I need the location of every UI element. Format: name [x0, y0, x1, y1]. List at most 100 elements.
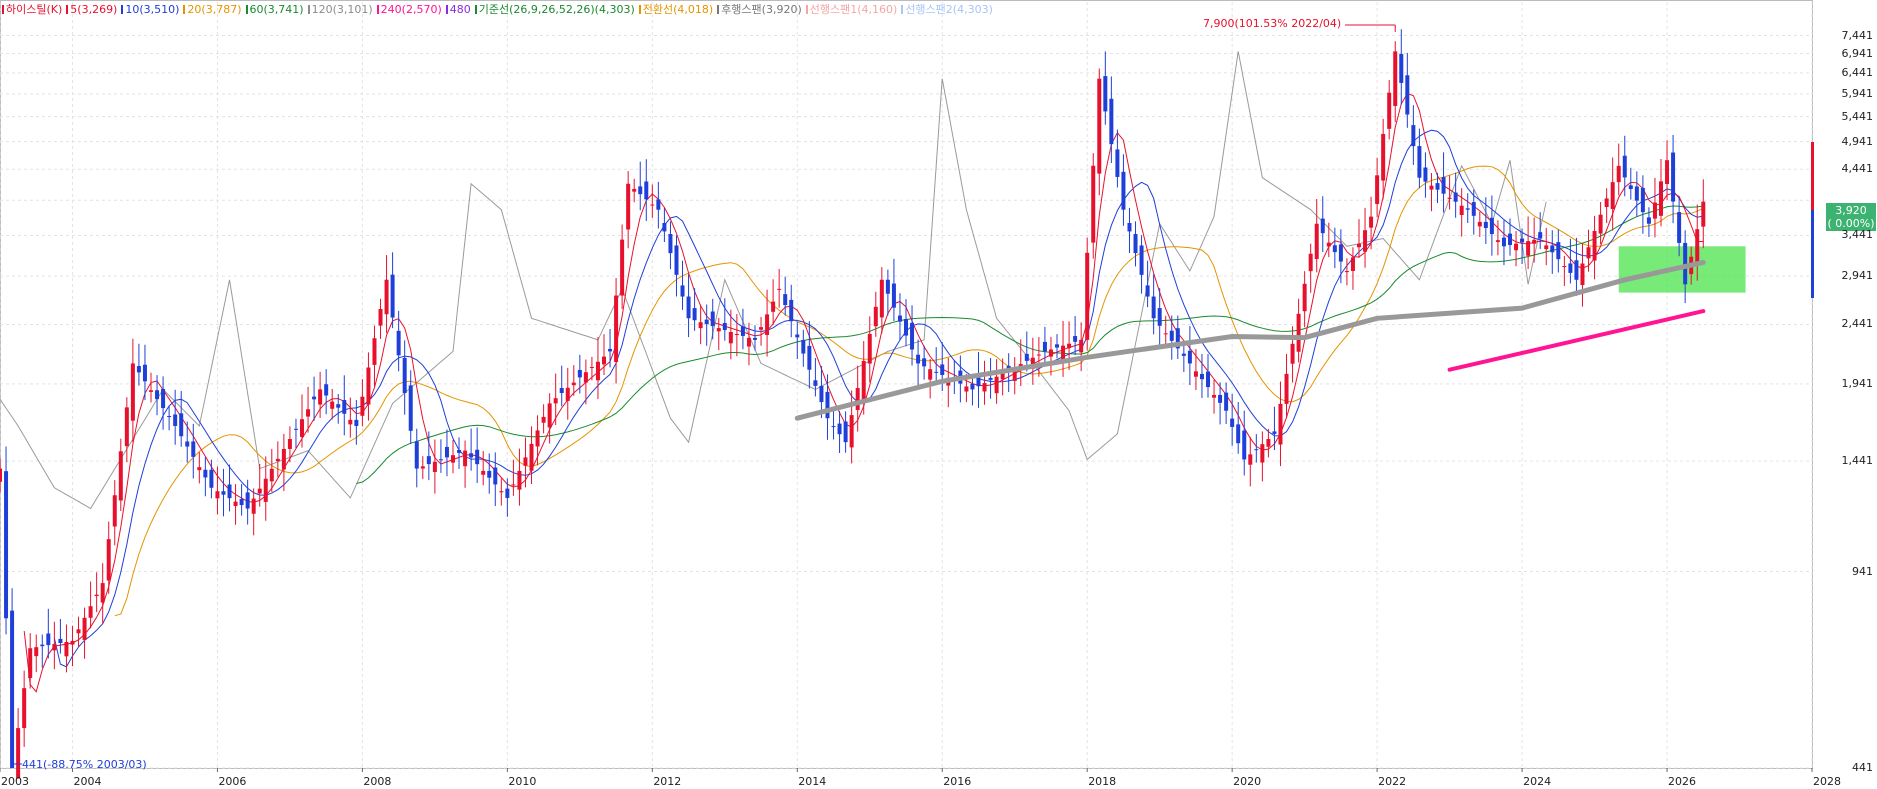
candle-body: [384, 279, 389, 315]
candle-body: [209, 469, 214, 488]
candle-body: [1363, 230, 1368, 252]
candle-body: [1671, 152, 1676, 202]
candle-body: [251, 498, 256, 514]
candle-body: [414, 441, 419, 469]
candle-body: [100, 583, 105, 603]
candle-body: [402, 357, 407, 394]
x-tick-label: 2003: [1, 775, 29, 788]
candle-body: [789, 299, 794, 322]
candle-body: [1393, 51, 1398, 106]
y-tick-label: 5,941: [1841, 86, 1874, 100]
candle-body: [765, 314, 770, 336]
legend-label: 후행스팬(3,920): [721, 3, 802, 16]
candle-body: [571, 382, 576, 386]
candle-body: [686, 296, 691, 319]
ma120-line: [794, 259, 1706, 421]
candle-body: [426, 456, 431, 465]
candle-body: [457, 450, 462, 453]
candle-body: [179, 413, 184, 437]
candle-body: [1036, 354, 1041, 356]
legend-label: 120(3,101): [311, 3, 373, 16]
candle-body: [275, 458, 280, 462]
candle-body: [904, 319, 908, 336]
candle-body: [354, 419, 359, 426]
candle-body: [1320, 218, 1325, 234]
candle-body: [94, 594, 99, 597]
candle-body: [1290, 343, 1295, 364]
candle-body: [149, 390, 153, 392]
x-tick-label: 2020: [1233, 775, 1262, 788]
candle-body: [378, 309, 383, 326]
candle-body: [1441, 177, 1446, 194]
candle-body: [1701, 201, 1706, 227]
x-tick-label: 2026: [1668, 775, 1697, 788]
candle-body: [867, 333, 872, 364]
candle-body: [656, 199, 661, 210]
candle-body: [783, 294, 788, 306]
candle-body: [58, 638, 63, 644]
candle-body: [589, 366, 594, 368]
candle-body: [1538, 232, 1543, 239]
candle-body: [1471, 202, 1476, 216]
legend-swatch: [307, 5, 310, 14]
candle-body: [734, 333, 739, 335]
y-tick-label: 441: [1852, 761, 1873, 774]
candle-body: [577, 369, 582, 378]
candle-body: [1435, 183, 1440, 190]
candle-body: [614, 295, 619, 362]
candle-body: [1429, 185, 1434, 190]
candle-body: [964, 386, 969, 392]
candle-body: [408, 385, 413, 431]
candle-body: [940, 364, 945, 375]
candle-body: [1604, 198, 1609, 208]
legend-swatch: [445, 5, 448, 14]
y-tick-label: 1,441: [1841, 454, 1874, 468]
candle-body: [130, 363, 135, 421]
candle-body: [1369, 216, 1374, 228]
candle-body: [1477, 221, 1482, 227]
candle-body: [777, 288, 782, 290]
legend-item: 선행스팬2(4,303): [901, 3, 993, 16]
candle-body: [644, 181, 649, 200]
candle-body: [1115, 149, 1120, 177]
candle-body: [1332, 245, 1337, 253]
candle-body: [1272, 431, 1277, 434]
candle-body: [1610, 182, 1615, 210]
candle-body: [1550, 245, 1555, 253]
candle-body: [1344, 270, 1349, 273]
candle-body: [475, 449, 480, 465]
candle-body: [1417, 146, 1422, 178]
candle-body: [0, 468, 2, 482]
candle-body: [523, 457, 528, 466]
x-tick-label: 2022: [1378, 775, 1407, 788]
candle-body: [1387, 92, 1392, 129]
candle-body: [1665, 160, 1670, 184]
side-bar-down: [1811, 210, 1814, 298]
candle-body: [1646, 217, 1651, 224]
candle-body: [801, 339, 806, 354]
candle-body: [771, 301, 776, 312]
candle-body: [1097, 78, 1102, 174]
legend-swatch: [638, 5, 641, 14]
candle-body: [312, 396, 317, 400]
legend-label: 20(3,787): [187, 3, 242, 16]
legend-label: 10(3,510): [125, 3, 180, 16]
candle-body: [505, 488, 510, 498]
candle-body: [722, 322, 727, 331]
candle-body: [1193, 371, 1198, 377]
candle-body: [1501, 237, 1506, 247]
candle-body: [970, 383, 975, 390]
candle-body: [155, 390, 160, 400]
legend-label: 선행스팬1(4,160): [809, 3, 898, 16]
candle-body: [1447, 197, 1452, 199]
candle-body: [740, 326, 745, 336]
stock-chart[interactable]: [0, 0, 1877, 789]
candle-body: [728, 332, 733, 344]
candle-body: [161, 389, 166, 409]
candle-body: [813, 380, 818, 386]
candle-body: [680, 285, 685, 297]
candle-body: [1308, 253, 1313, 272]
candle-body: [1260, 444, 1265, 463]
candle-body: [46, 633, 51, 646]
legend-swatch: [901, 5, 904, 14]
